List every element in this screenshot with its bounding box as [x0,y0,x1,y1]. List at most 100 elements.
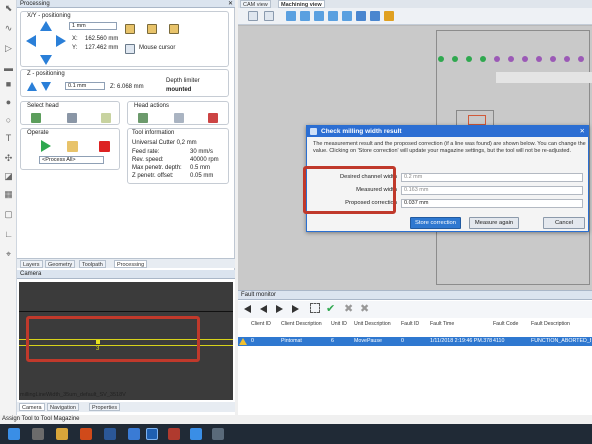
tab-navigation[interactable]: Navigation [47,403,79,411]
material-strip [496,72,592,83]
panel-tabs: Layers Geometry Toolpath Processing [17,258,235,268]
tab-camera[interactable]: Camera [19,403,45,411]
highlight-camera [26,316,200,362]
process-select[interactable]: <Process All> [39,156,104,164]
circle-icon[interactable]: ● [4,98,13,107]
park-icon[interactable] [147,24,157,34]
zoom-window-icon[interactable] [328,11,338,21]
start-icon[interactable] [8,428,20,440]
fault-monitor: Fault monitor ✔ ✖ ✖ Client ID Client Des… [238,290,592,415]
step-select[interactable]: 1 mm [69,22,117,30]
next-icon[interactable] [276,305,283,313]
acknowledge-icon[interactable]: ✔ [326,302,335,315]
app-icon [310,128,317,135]
measure-icon[interactable]: ▢ [4,210,13,219]
z-up-icon[interactable] [27,82,37,91]
app-icon-gray[interactable] [212,428,224,440]
mouse-cursor-label[interactable]: Mouse cursor [139,45,175,51]
desired-width-field: 0.2 mm [401,173,583,182]
processing-panel: Processing ✕ X/Y - positioning 1 mm X: 16… [17,0,235,270]
mirror-icon[interactable]: ◪ [4,172,13,181]
change-tool-icon[interactable] [138,113,148,123]
pan-icon[interactable] [342,11,352,21]
depth-status: mounted [166,87,192,93]
delete-icon[interactable]: ✖ [360,302,369,315]
z-step-select[interactable]: 0.1 mm [65,82,105,90]
play-icon[interactable] [41,140,51,152]
dialog-close-icon[interactable]: ✕ [580,126,585,137]
change-position-icon[interactable] [169,24,179,34]
clear-icon[interactable]: ✖ [344,302,353,315]
select-icon[interactable] [248,11,258,21]
cell-fault-code: 4110 [493,338,505,344]
zoom-in-icon[interactable] [286,11,296,21]
folder-icon[interactable] [56,428,68,440]
tab-properties[interactable]: Properties [89,403,121,411]
last-icon[interactable] [292,305,299,313]
array-icon[interactable]: ▦ [4,190,13,199]
tab-machining-view[interactable]: Machining view [278,0,325,8]
select-all-icon[interactable] [310,303,320,313]
square-icon[interactable]: ■ [4,80,13,89]
table-row[interactable]: 0 Pintomat 6 MovePause 0 1/11/2018 2:19:… [238,337,592,346]
app-icon-red[interactable] [168,428,180,440]
tab-layers[interactable]: Layers [20,260,43,268]
stop-head-icon[interactable] [208,113,218,123]
tab-processing[interactable]: Processing [114,260,148,268]
office-icon[interactable] [80,428,92,440]
polyline-icon[interactable]: ▷ [4,44,13,53]
arrow-up-icon[interactable] [40,21,52,31]
app-icon-blue[interactable] [190,428,202,440]
tab-cam-view[interactable]: CAM view [240,0,271,8]
measure-again-button[interactable]: Measure again [469,217,519,229]
prev-icon[interactable] [260,305,267,313]
cursor-position-icon[interactable] [125,44,135,54]
zoom-all-icon[interactable] [356,11,366,21]
ellipse-icon[interactable]: ○ [4,116,13,125]
pause-icon[interactable] [67,141,78,152]
text-icon[interactable]: T [4,134,13,143]
edge-icon[interactable] [128,428,140,440]
circuitcam-icon[interactable] [146,428,158,440]
col-fault-id: Fault ID [401,321,420,327]
zoom-out-icon[interactable] [300,11,310,21]
xy-positioning-group: X/Y - positioning 1 mm X: 162.560 mm Y: … [20,11,229,67]
draw-line-icon[interactable]: ∿ [4,24,13,33]
zoom-fit-icon[interactable] [314,11,324,21]
zoom-selection-icon[interactable] [370,11,380,21]
search-icon[interactable] [32,428,44,440]
first-icon[interactable] [244,305,251,313]
cancel-button[interactable]: Cancel [543,217,585,229]
word-icon[interactable] [104,428,116,440]
taskbar [0,424,592,444]
dimension-icon[interactable]: ∟ [4,230,13,239]
close-icon[interactable]: ✕ [228,0,233,8]
rectangle-icon[interactable]: ▬ [4,64,13,73]
arrow-down-icon[interactable] [40,55,52,65]
z-offset-label: Z penetr. offset: [132,173,174,179]
head-2-icon[interactable] [67,113,77,123]
head-1-icon[interactable] [31,113,41,123]
x-value: 162.560 mm [85,36,119,42]
proposed-correction-input[interactable]: 0.037 mm [401,199,583,208]
move-icon[interactable]: ✣ [4,154,13,163]
fault-toolbar: ✔ ✖ ✖ [238,301,592,318]
z-down-icon[interactable] [41,82,51,91]
stop-icon[interactable] [99,141,110,152]
tab-toolpath[interactable]: Toolpath [79,260,106,268]
select-tool-icon[interactable]: ⬉ [4,4,13,13]
head-3-icon[interactable] [101,113,111,123]
max-depth-label: Max penetr. depth: [132,165,182,171]
store-correction-button[interactable]: Store correction [410,217,461,229]
col-client-description: Client Description [281,321,322,327]
arrow-left-icon[interactable] [26,35,36,47]
home-icon[interactable] [125,24,135,34]
view-toolbar [238,8,592,25]
pointer-icon[interactable] [264,11,274,21]
snap-icon[interactable]: ⌖ [4,250,13,259]
measure-tool-icon[interactable] [174,113,184,123]
tab-geometry[interactable]: Geometry [45,260,76,268]
layer-visibility-icon[interactable] [384,11,394,21]
rev-speed-label: Rev. speed: [132,157,164,163]
arrow-right-icon[interactable] [56,35,66,47]
